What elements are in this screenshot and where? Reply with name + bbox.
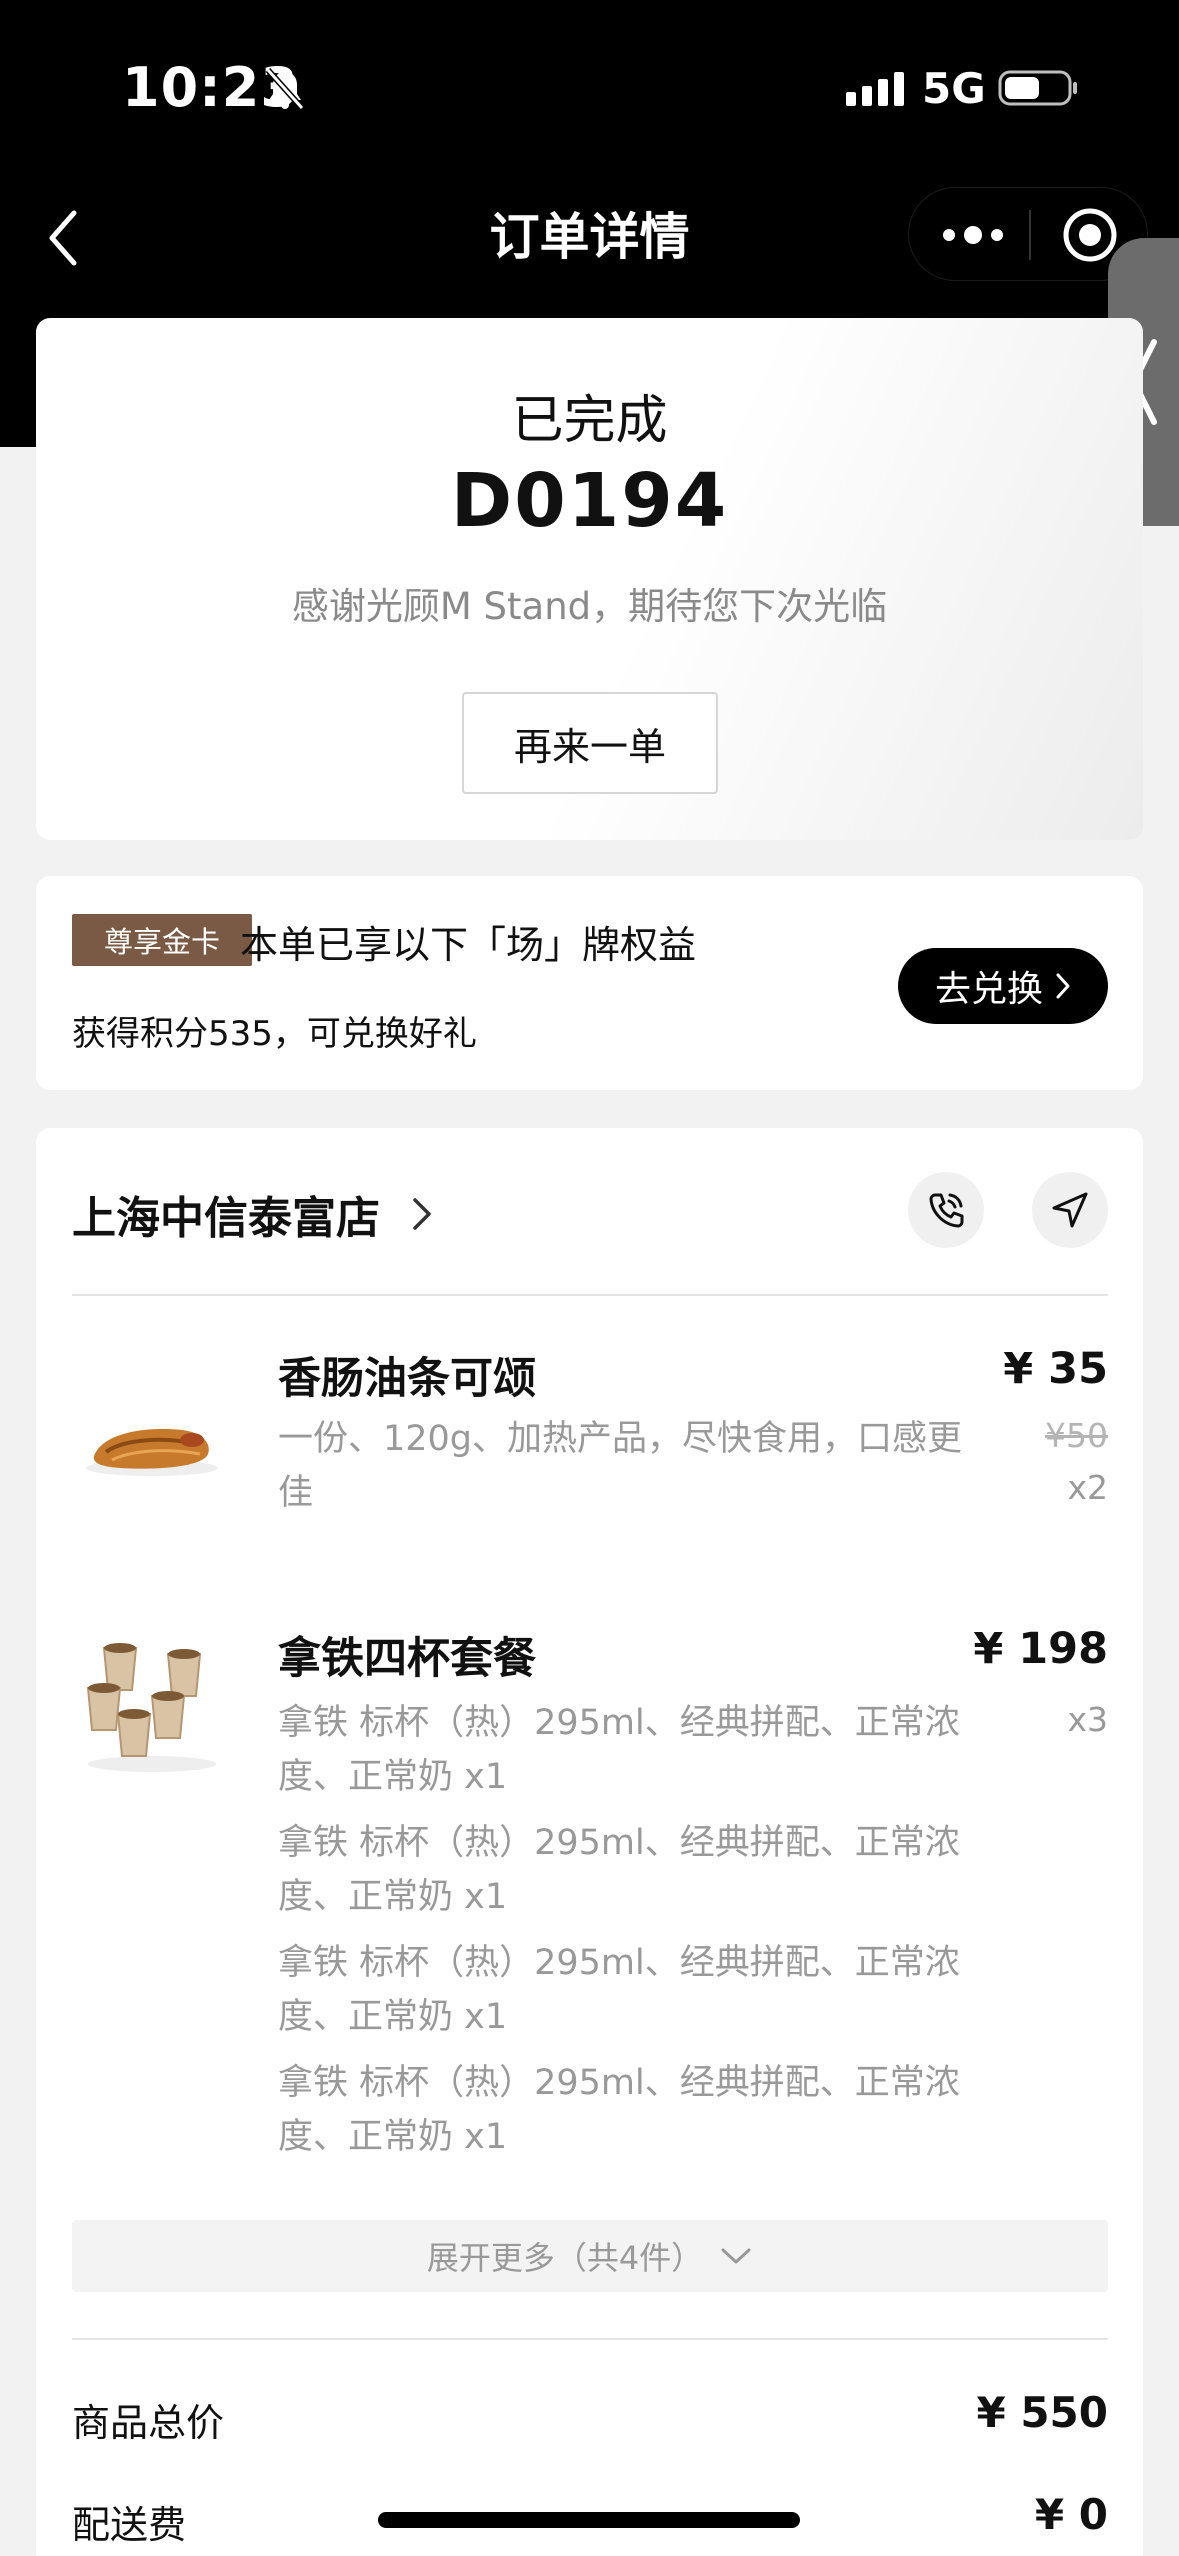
member-benefits-title: 本单已享以下「场」牌权益 [240,923,697,967]
redeem-button[interactable]: 去兑换 [898,948,1108,1024]
reorder-button[interactable]: 再来一单 [462,692,718,794]
member-badge: 尊享金卡 [72,914,252,966]
delivery-fee-value: ¥ 0 [1034,2490,1108,2539]
record-icon[interactable] [1061,206,1119,264]
capsule-divider [1029,210,1031,260]
store-order-card: 上海中信泰富店 香肠油条可颂 一份、120g、加热产品，尽快食用，口感更 佳 ¥… [36,1128,1143,2556]
more-icon[interactable] [935,212,1011,258]
delivery-fee-label: 配送费 [72,2503,187,2547]
network-label: 5G [922,64,986,113]
bell-mute-icon [265,67,305,111]
item-quantity: x3 [1067,1700,1108,1739]
item-price: ¥ 198 [973,1624,1108,1674]
item-price: ¥ 35 [1003,1344,1108,1394]
thanks-message: 感谢光顾M Stand，期待您下次光临 [291,585,888,628]
subtotal-value: ¥ 550 [976,2388,1108,2437]
order-status: 已完成 [511,391,668,451]
nav-bar: 订单详情 [0,175,1179,315]
divider [72,2338,1108,2340]
chevron-right-icon[interactable] [410,1194,436,1234]
item-description: 一份、120g、加热产品，尽快食用，口感更 佳 [278,1419,963,1513]
order-number: D0194 [450,458,729,544]
signal-icon [846,72,904,106]
subtotal-label: 商品总价 [72,2401,225,2445]
store-name[interactable]: 上海中信泰富店 [72,1182,380,1246]
status-bar: 10:23 5G [0,0,1179,175]
item-quantity: x2 [1067,1468,1108,1507]
member-benefits-card: 尊享金卡 本单已享以下「场」牌权益 获得积分535，可兑换好礼 去兑换 [36,876,1143,1090]
navigate-store-button[interactable] [1032,1172,1108,1248]
navigation-icon [1052,1192,1088,1228]
item-description: 拿铁 标杯（热）295ml、经典拼配、正常浓 度、正常奶 x1 拿铁 标杯（热）… [278,1703,960,2157]
item-original-price: ¥50 [1045,1416,1108,1455]
order-status-card: 已完成 D0194 感谢光顾M Stand，期待您下次光临 再来一单 [36,318,1143,840]
item-name: 香肠油条可颂 [278,1354,536,1404]
call-store-button[interactable] [908,1172,984,1248]
expand-more-button[interactable]: 展开更多（共4件） [72,2220,1108,2292]
expand-more-label: 展开更多（共4件） [426,2239,704,2277]
divider [72,1294,1108,1296]
battery-icon [998,70,1077,106]
item-image-croissant [86,1429,218,1476]
phone-icon [929,1193,964,1228]
item-name: 拿铁四杯套餐 [278,1634,536,1684]
points-earned-text: 获得积分535，可兑换好礼 [72,1014,477,1054]
item-image-latte-set [86,1643,216,1772]
chevron-down-icon [721,2248,751,2264]
chevron-right-icon [1056,973,1070,999]
home-indicator[interactable] [378,2512,800,2528]
redeem-button-label: 去兑换 [934,969,1043,1010]
